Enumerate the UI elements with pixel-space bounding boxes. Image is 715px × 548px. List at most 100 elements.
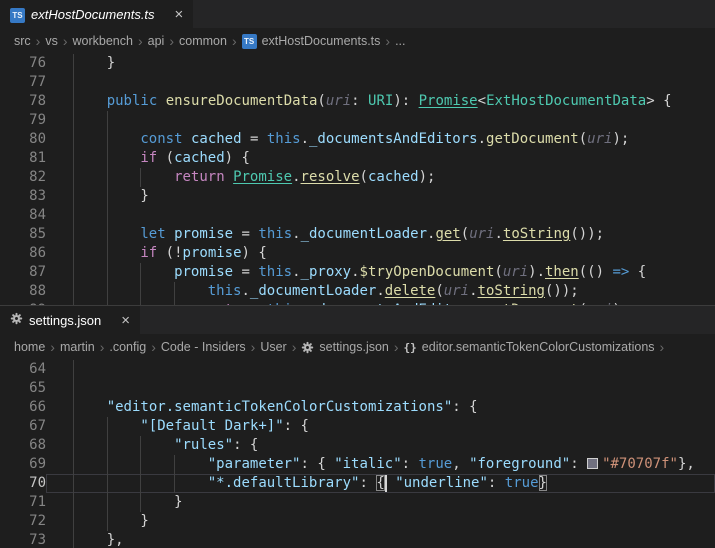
indent-guide (107, 455, 141, 474)
line-number[interactable]: 73 (0, 531, 46, 548)
line-number[interactable]: 88 (0, 282, 46, 301)
code-line[interactable]: 66"editor.semanticTokenColorCustomizatio… (0, 398, 715, 417)
breadcrumb-item[interactable]: common (179, 34, 227, 48)
code-line[interactable]: 68"rules": { (0, 436, 715, 455)
breadcrumb-item[interactable]: api (148, 34, 165, 48)
code-line[interactable]: 71} (0, 493, 715, 512)
line-number[interactable]: 79 (0, 111, 46, 130)
breadcrumb-item[interactable]: ... (395, 34, 405, 48)
code-token: "*.defaultLibrary" (208, 475, 360, 491)
line-number[interactable]: 81 (0, 149, 46, 168)
line-number[interactable]: 72 (0, 512, 46, 531)
code-line[interactable]: 64 (0, 360, 715, 379)
breadcrumb-label: home (14, 340, 45, 354)
breadcrumb-label: User (260, 340, 286, 354)
code-line[interactable]: 86if (!promise) { (0, 244, 715, 263)
breadcrumb-item[interactable]: Code - Insiders (161, 340, 246, 354)
line-number[interactable]: 80 (0, 130, 46, 149)
code-line[interactable]: 82return Promise.resolve(cached); (0, 168, 715, 187)
code-line[interactable]: 88this._documentLoader.delete(uri.toStri… (0, 282, 715, 301)
code-line[interactable]: 76} (0, 54, 715, 73)
code-line[interactable]: 73}, (0, 531, 715, 548)
indent-guide (73, 54, 107, 73)
code-line[interactable]: 84 (0, 206, 715, 225)
indent-guide (174, 282, 208, 301)
line-number[interactable]: 68 (0, 436, 46, 455)
code-token: } (539, 475, 547, 491)
indent-guide (140, 493, 174, 512)
code-line[interactable]: 65 (0, 379, 715, 398)
code-token: ( (461, 226, 469, 242)
code-line[interactable]: 85let promise = this._documentLoader.get… (0, 225, 715, 244)
breadcrumb-label: martin (60, 340, 95, 354)
code-text (46, 73, 715, 92)
breadcrumb-item[interactable]: home (14, 340, 45, 354)
tab-settings-json[interactable]: settings.json × (0, 306, 140, 334)
code-line[interactable]: 78public ensureDocumentData(uri: URI): P… (0, 92, 715, 111)
code-token: then (545, 264, 579, 280)
breadcrumb-item[interactable]: workbench (73, 34, 133, 48)
line-number[interactable]: 84 (0, 206, 46, 225)
close-icon[interactable]: × (175, 7, 184, 22)
code-line[interactable]: 70"*.defaultLibrary": { "underline": tru… (0, 474, 715, 493)
code-token: } (174, 494, 182, 510)
breadcrumb-item[interactable]: settings.json (301, 340, 388, 354)
code-line[interactable]: 79 (0, 111, 715, 130)
line-number[interactable]: 65 (0, 379, 46, 398)
code-token: } (107, 55, 115, 71)
breadcrumb-label: workbench (73, 34, 133, 48)
code-line[interactable]: 83} (0, 187, 715, 206)
code-line[interactable]: 67"[Default Dark+]": { (0, 417, 715, 436)
indent-guide (140, 263, 174, 282)
line-number[interactable]: 83 (0, 187, 46, 206)
code-line[interactable]: 69"parameter": { "italic": true, "foregr… (0, 455, 715, 474)
gear-icon (301, 341, 314, 354)
breadcrumb-item[interactable]: .config (109, 340, 146, 354)
code-token: : { (284, 418, 309, 434)
code-token: ( (494, 264, 502, 280)
breadcrumb-item[interactable]: martin (60, 340, 95, 354)
indent-guide (107, 187, 141, 206)
line-number[interactable]: 69 (0, 455, 46, 474)
color-swatch[interactable] (587, 458, 598, 469)
code-text: } (46, 187, 715, 206)
breadcrumb: home›martin›.config›Code - Insiders›User… (0, 334, 715, 360)
code-editor-settings-json[interactable]: 646566"editor.semanticTokenColorCustomiz… (0, 360, 715, 548)
code-token: let (140, 226, 165, 242)
tab-bar-bottom: settings.json × (0, 306, 715, 334)
breadcrumb-label: Code - Insiders (161, 340, 246, 354)
code-text: "rules": { (46, 436, 715, 455)
tab-file-icon-slot: TS (10, 6, 25, 23)
line-number[interactable]: 82 (0, 168, 46, 187)
breadcrumb: src›vs›workbench›api›common›TSextHostDoc… (0, 28, 715, 54)
code-text (46, 379, 715, 398)
line-number[interactable]: 76 (0, 54, 46, 73)
tab-exthostdocuments[interactable]: TS extHostDocuments.ts × (0, 0, 193, 28)
code-token: . (241, 283, 249, 299)
line-number[interactable]: 71 (0, 493, 46, 512)
code-line[interactable]: 89return this._documentsAndEditors.getDo… (0, 301, 715, 305)
code-editor-typescript[interactable]: 76}7778public ensureDocumentData(uri: UR… (0, 54, 715, 305)
line-number[interactable]: 85 (0, 225, 46, 244)
code-line[interactable]: 77 (0, 73, 715, 92)
breadcrumb-item[interactable]: {}editor.semanticTokenColorCustomization… (404, 340, 655, 354)
breadcrumb-item[interactable]: vs (45, 34, 58, 48)
code-line[interactable]: 80const cached = this._documentsAndEdito… (0, 130, 715, 149)
line-number[interactable]: 78 (0, 92, 46, 111)
line-number[interactable]: 66 (0, 398, 46, 417)
breadcrumb-item[interactable]: TSextHostDocuments.ts (242, 34, 381, 49)
close-icon[interactable]: × (121, 313, 130, 328)
line-number[interactable]: 86 (0, 244, 46, 263)
line-number[interactable]: 64 (0, 360, 46, 379)
line-number[interactable]: 67 (0, 417, 46, 436)
code-line[interactable]: 72} (0, 512, 715, 531)
line-number[interactable]: 70 (0, 474, 46, 493)
breadcrumb-item[interactable]: src (14, 34, 31, 48)
breadcrumb-item[interactable]: User (260, 340, 286, 354)
line-number[interactable]: 77 (0, 73, 46, 92)
line-number[interactable]: 87 (0, 263, 46, 282)
code-line[interactable]: 87promise = this._proxy.$tryOpenDocument… (0, 263, 715, 282)
line-number[interactable]: 89 (0, 301, 46, 305)
code-line[interactable]: 81if (cached) { (0, 149, 715, 168)
chevron-right-icon: › (227, 34, 242, 48)
